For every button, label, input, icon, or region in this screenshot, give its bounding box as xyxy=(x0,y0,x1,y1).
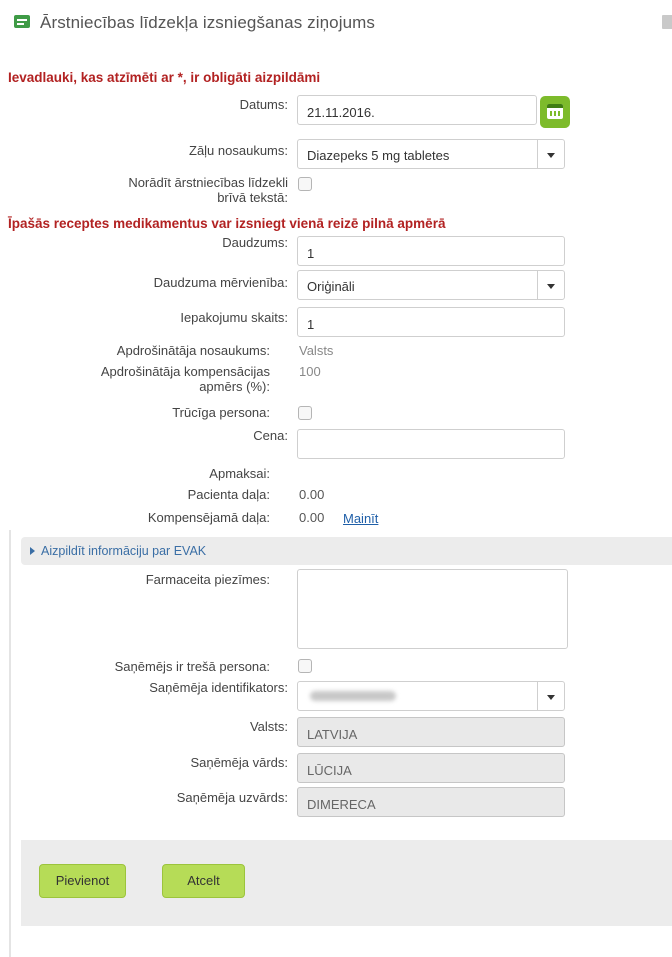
third-party-checkbox[interactable] xyxy=(298,659,312,673)
insurer-comp-value: 100 xyxy=(299,364,321,379)
redacted-value xyxy=(310,691,396,701)
recipient-first-name-label: Saņēmēja vārds: xyxy=(190,755,288,770)
required-fields-note: Ievadlauki, kas atzīmēti ar *, ir obligā… xyxy=(8,70,321,85)
compensated-share-value: 0.00 xyxy=(299,510,325,525)
close-icon[interactable] xyxy=(662,15,672,29)
add-button[interactable]: Pievienot xyxy=(39,864,126,898)
compensated-share-label: Kompensējamā daļa: xyxy=(147,510,270,525)
free-text-label-line1: Norādīt ārstniecības līdzekli xyxy=(128,175,288,190)
recipient-id-select[interactable] xyxy=(297,681,565,711)
chevron-down-icon[interactable] xyxy=(537,682,564,710)
third-party-label: Saņēmējs ir trešā persona: xyxy=(114,659,270,674)
insurer-comp-label-line2: apmērs (%): xyxy=(199,379,270,394)
country-label: Valsts: xyxy=(249,719,288,734)
date-label: Datums: xyxy=(239,97,288,112)
form-icon xyxy=(14,15,30,28)
unit-select[interactable]: Oriģināli xyxy=(297,270,565,300)
unit-label: Daudzuma mērvienība: xyxy=(153,275,288,290)
packages-input[interactable]: 1 xyxy=(297,307,565,337)
recipient-last-name-label: Saņēmēja uzvārds: xyxy=(176,790,288,805)
patient-share-label: Pacienta daļa: xyxy=(187,487,270,502)
recipient-id-label: Saņēmēja identifikators: xyxy=(149,680,288,695)
cancel-button[interactable]: Atcelt xyxy=(162,864,245,898)
free-text-label-line2: brīvā tekstā: xyxy=(217,190,288,205)
insurer-comp-label-line1: Apdrošinātāja kompensācijas xyxy=(100,364,270,379)
drug-name-select[interactable]: Diazepeks 5 mg tabletes xyxy=(297,139,565,169)
change-link[interactable]: Mainīt xyxy=(343,511,378,526)
unit-value: Oriģināli xyxy=(307,279,355,294)
recipient-last-name-input[interactable]: DIMERECA xyxy=(297,787,565,817)
drug-name-value: Diazepeks 5 mg tabletes xyxy=(307,148,450,163)
dialog-titlebar: Ārstniecības līdzekļa izsniegšanas ziņoj… xyxy=(0,0,672,44)
evak-toggle[interactable]: Aizpildīt informāciju par EVAK xyxy=(21,537,672,565)
poor-person-label: Trūcīga persona: xyxy=(172,405,270,420)
calendar-icon xyxy=(547,104,563,119)
pharmacist-notes-textarea[interactable] xyxy=(297,569,568,649)
insurer-name-value: Valsts xyxy=(299,343,334,358)
quantity-input[interactable]: 1 xyxy=(297,236,565,266)
packages-label: Iepakojumu skaits: xyxy=(180,310,288,325)
drug-name-label: Zāļu nosaukums: xyxy=(189,143,288,158)
pharmacist-notes-label: Farmaceita piezīmes: xyxy=(145,572,270,587)
left-border xyxy=(9,530,11,957)
insurer-name-label: Apdrošinātāja nosaukums: xyxy=(116,343,270,358)
recipient-first-name-input[interactable]: LŪCIJA xyxy=(297,753,565,783)
free-text-checkbox[interactable] xyxy=(298,177,312,191)
special-prescription-note: Īpašās receptes medikamentus var izsnieg… xyxy=(8,216,446,231)
calendar-button[interactable] xyxy=(540,96,570,128)
country-input[interactable]: LATVIJA xyxy=(297,717,565,747)
price-input[interactable] xyxy=(297,429,565,459)
poor-person-checkbox[interactable] xyxy=(298,406,312,420)
payment-label: Apmaksai: xyxy=(209,466,270,481)
date-input[interactable]: 21.11.2016. xyxy=(297,95,537,125)
chevron-down-icon[interactable] xyxy=(537,140,564,168)
chevron-down-icon[interactable] xyxy=(537,271,564,299)
price-label: Cena: xyxy=(253,428,288,443)
dialog-title: Ārstniecības līdzekļa izsniegšanas ziņoj… xyxy=(40,13,376,32)
quantity-label: Daudzums: xyxy=(222,235,288,250)
caret-right-icon xyxy=(30,547,35,555)
evak-toggle-label: Aizpildīt informāciju par EVAK xyxy=(41,544,207,558)
patient-share-value: 0.00 xyxy=(299,487,325,502)
